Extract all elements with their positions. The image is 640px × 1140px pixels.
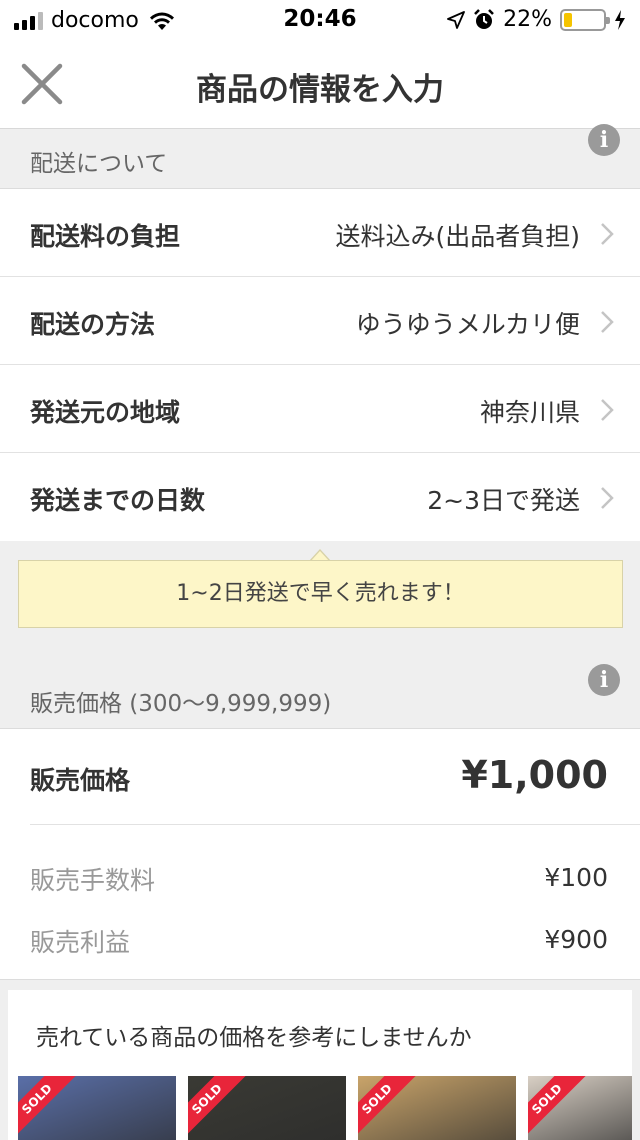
chevron-right-icon — [601, 311, 614, 333]
sold-badge: SOLD — [358, 1076, 417, 1139]
row-value: 送料込み(出品者負担) — [335, 222, 580, 251]
sold-item-thumbnail[interactable]: SOLD — [188, 1076, 346, 1140]
status-right: 22% — [447, 7, 626, 32]
info-icon[interactable]: i — [588, 664, 620, 696]
sold-badge: SOLD — [188, 1076, 247, 1139]
shipping-tip: 1~2日発送で早く売れます！ — [18, 560, 623, 628]
reference-title: 売れている商品の価格を参考にしませんか — [36, 1025, 472, 1051]
page-title: 商品の情報を入力 — [196, 72, 444, 108]
row-label: 配送料の負担 — [30, 222, 181, 251]
fee-label: 販売手数料 — [30, 866, 156, 895]
price-section-header: 販売価格 (300〜9,999,999) i — [0, 648, 640, 729]
row-value: 2~3日で発送 — [427, 486, 580, 515]
profit-label: 販売利益 — [30, 928, 131, 957]
battery-icon — [560, 8, 610, 31]
chevron-right-icon — [601, 223, 614, 245]
nav-bar: 商品の情報を入力 — [0, 40, 640, 129]
sold-item-thumbnail[interactable]: SOLD — [18, 1076, 176, 1140]
sold-badge: SOLD — [528, 1076, 587, 1139]
reference-panel: 売れている商品の価格を参考にしませんか SOLD SOLD SOLD SOLD — [8, 990, 632, 1140]
profit-value: ¥900 — [544, 925, 608, 954]
battery-fill — [564, 12, 573, 27]
sold-item-thumbnail[interactable]: SOLD — [528, 1076, 632, 1140]
chevron-right-icon — [601, 487, 614, 509]
shipping-section-label: 配送について — [30, 151, 168, 177]
charging-icon — [615, 9, 625, 30]
sold-item-thumbnail[interactable]: SOLD — [358, 1076, 516, 1140]
row-shipping-method[interactable]: 配送の方法 ゆうゆうメルカリ便 — [0, 277, 640, 365]
shipping-rows: 配送料の負担 送料込み(出品者負担) 配送の方法 ゆうゆうメルカリ便 発送元の地… — [0, 189, 640, 541]
sold-badge: SOLD — [18, 1076, 77, 1139]
price-block: 販売価格 ¥1,000 販売手数料 ¥100 販売利益 ¥900 — [0, 729, 640, 980]
alarm-icon — [474, 8, 494, 29]
row-ship-from-region[interactable]: 発送元の地域 神奈川県 — [0, 365, 640, 453]
price-section-label: 販売価格 (300〜9,999,999) — [30, 691, 332, 717]
row-label: 発送までの日数 — [30, 486, 206, 515]
location-arrow-icon — [447, 10, 465, 29]
price-label: 販売価格 — [30, 766, 131, 795]
row-value: ゆうゆうメルカリ便 — [355, 310, 580, 339]
row-shipping-fee[interactable]: 配送料の負担 送料込み(出品者負担) — [0, 189, 640, 277]
row-label: 配送の方法 — [30, 310, 156, 339]
divider — [30, 824, 640, 825]
row-label: 発送元の地域 — [30, 398, 181, 427]
row-value: 神奈川県 — [479, 398, 580, 427]
chevron-right-icon — [601, 399, 614, 421]
row-days-to-ship[interactable]: 発送までの日数 2~3日で発送 — [0, 453, 640, 541]
status-bar: docomo 20:46 22% — [0, 0, 640, 40]
shipping-section-header: 配送について i — [0, 124, 640, 189]
price-input[interactable]: ¥1,000 — [461, 753, 608, 797]
battery-percent: 22% — [503, 7, 552, 32]
info-icon[interactable]: i — [588, 124, 620, 156]
fee-value: ¥100 — [544, 863, 608, 892]
